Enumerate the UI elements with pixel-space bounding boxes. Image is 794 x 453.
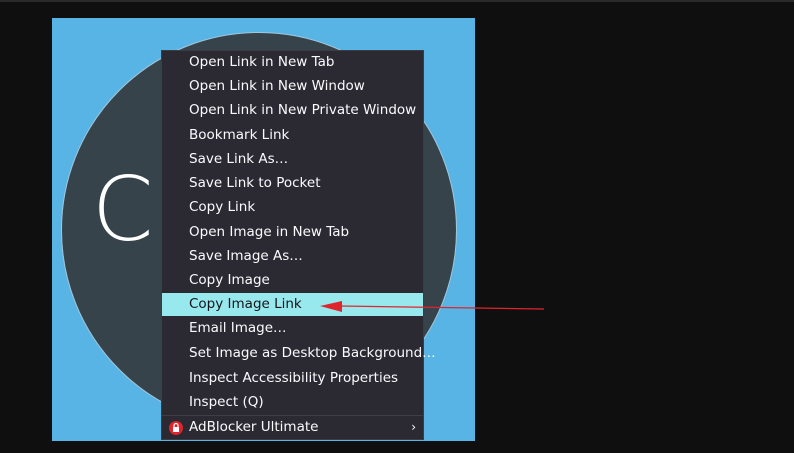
menu-item-set-desktop-background[interactable]: Set Image as Desktop Background… (162, 342, 436, 365)
menu-item-label: Email Image… (189, 320, 287, 336)
menu-item-inspect-accessibility[interactable]: Inspect Accessibility Properties (162, 367, 423, 390)
menu-item-bookmark-link[interactable]: Bookmark Link (162, 124, 423, 147)
chevron-right-icon: › (411, 420, 416, 434)
menu-item-label: Open Link in New Private Window (189, 102, 417, 118)
menu-item-label: Copy Link (189, 199, 256, 215)
menu-item-copy-image[interactable]: Copy Image (162, 269, 423, 292)
menu-item-email-image[interactable]: Email Image… (162, 317, 423, 340)
menu-item-label: Save Link to Pocket (189, 175, 321, 191)
menu-item-label: Open Link in New Tab (189, 54, 335, 70)
menu-item-label: Copy Image Link (189, 296, 302, 312)
menu-item-label: Open Image in New Tab (189, 224, 350, 240)
menu-item-open-link-new-tab[interactable]: Open Link in New Tab (162, 51, 423, 74)
menu-item-save-link-as[interactable]: Save Link As… (162, 148, 423, 171)
logo-letter: C (92, 158, 154, 261)
adblocker-icon (169, 421, 183, 435)
menu-item-open-link-private-window[interactable]: Open Link in New Private Window (162, 99, 423, 122)
menu-item-label: Bookmark Link (189, 127, 290, 143)
menu-item-open-image-new-tab[interactable]: Open Image in New Tab (162, 221, 423, 244)
menu-item-label: Copy Image (189, 272, 270, 288)
menu-item-label: Inspect Accessibility Properties (189, 370, 399, 386)
menu-item-save-image-as[interactable]: Save Image As… (162, 245, 423, 268)
menu-item-label: Save Link As… (189, 151, 289, 167)
window-top-border (0, 0, 794, 2)
menu-item-label: Set Image as Desktop Background… (189, 345, 436, 361)
context-menu: Open Link in New Tab Open Link in New Wi… (161, 50, 436, 440)
menu-item-inspect[interactable]: Inspect (Q) (162, 391, 423, 414)
menu-item-copy-link[interactable]: Copy Link (162, 196, 423, 219)
menu-item-label: Save Image As… (189, 248, 303, 264)
menu-item-copy-image-link[interactable]: Copy Image Link (162, 293, 423, 316)
menu-item-open-link-new-window[interactable]: Open Link in New Window (162, 75, 423, 98)
menu-item-save-link-to-pocket[interactable]: Save Link to Pocket (162, 172, 423, 195)
menu-item-label: Open Link in New Window (189, 78, 365, 94)
menu-item-label: Inspect (Q) (189, 394, 264, 410)
menu-item-label: AdBlocker Ultimate (189, 419, 319, 435)
menu-item-adblocker-ultimate[interactable]: AdBlocker Ultimate › (162, 416, 423, 439)
